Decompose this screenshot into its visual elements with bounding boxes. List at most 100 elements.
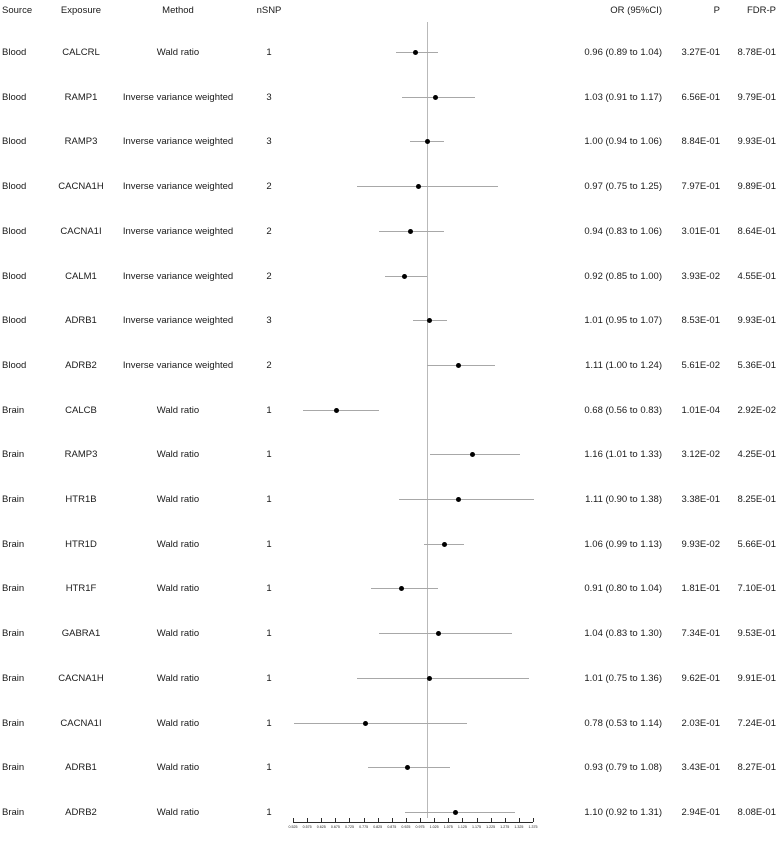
x-axis-tick [405, 818, 407, 822]
x-axis-tick-label: 0.875 [387, 825, 397, 829]
row-p-value: 5.61E-02 [681, 359, 720, 371]
confidence-interval-line [398, 499, 535, 500]
effect-estimate-point [469, 452, 475, 458]
x-axis-tick [335, 818, 337, 822]
row-method: Wald ratio [156, 583, 200, 595]
x-axis-tick-label: 0.675 [330, 825, 340, 829]
row-nsnp: 1 [266, 672, 272, 684]
confidence-interval-line [356, 186, 498, 188]
confidence-interval-line [370, 588, 439, 590]
row-nsnp: 3 [266, 315, 272, 327]
row-fdr-p: 7.24E-01 [737, 717, 776, 729]
column-header-fdr: FDR-P [746, 5, 776, 16]
effect-estimate-point [435, 631, 441, 637]
x-axis-tick [504, 818, 506, 822]
row-method: Wald ratio [156, 717, 200, 729]
row-or-ci: 0.94 (0.83 to 1.06) [584, 225, 662, 237]
row-or-ci: 1.11 (0.90 to 1.38) [585, 494, 662, 505]
row-or-ci: 1.06 (0.99 to 1.13) [584, 538, 662, 550]
x-axis-tick [321, 818, 323, 822]
row-fdr-p: 5.36E-01 [737, 359, 776, 371]
x-axis-tick [420, 818, 422, 822]
row-or-ci: 0.91 (0.80 to 1.04) [584, 583, 662, 595]
x-axis-tick [377, 818, 379, 822]
row-or-ci: 0.78 (0.53 to 1.14) [584, 717, 662, 729]
row-method: Wald ratio [156, 47, 200, 58]
row-exposure: ADRB1 [65, 762, 97, 774]
row-method: Inverse variance weighted [122, 359, 234, 371]
row-exposure: RAMP3 [64, 449, 98, 461]
effect-estimate-point [407, 228, 413, 234]
x-axis-tick-label: 0.625 [316, 825, 326, 829]
x-axis-tick [518, 818, 520, 822]
row-nsnp: 1 [266, 449, 272, 461]
row-fdr-p: 9.53E-01 [737, 628, 776, 640]
row-nsnp: 1 [266, 717, 272, 729]
row-exposure: ADRB2 [65, 806, 97, 818]
row-exposure: CALCRL [62, 47, 100, 58]
row-fdr-p: 9.79E-01 [737, 91, 776, 103]
row-fdr-p: 8.78E-01 [737, 47, 776, 58]
row-nsnp: 2 [266, 359, 272, 371]
row-nsnp: 1 [266, 762, 272, 774]
x-axis-tick [363, 818, 365, 822]
row-nsnp: 1 [266, 628, 272, 640]
row-method: Wald ratio [156, 628, 200, 640]
x-axis-tick [448, 818, 450, 822]
row-p-value: 2.94E-01 [681, 806, 720, 818]
row-p-value: 7.34E-01 [681, 628, 720, 640]
row-method: Wald ratio [156, 672, 200, 684]
row-or-ci: 1.01 (0.75 to 1.36) [584, 672, 662, 684]
row-p-value: 8.53E-01 [681, 315, 720, 327]
row-nsnp: 3 [266, 136, 272, 148]
row-fdr-p: 8.08E-01 [737, 806, 776, 818]
row-p-value: 3.93E-02 [681, 270, 720, 282]
x-axis-tick-label: 1.075 [443, 825, 453, 829]
row-p-value: 9.93E-02 [681, 538, 720, 550]
row-p-value: 7.97E-01 [681, 181, 720, 193]
x-axis-tick-label: 1.125 [457, 825, 467, 829]
row-or-ci: 1.00 (0.94 to 1.06) [584, 136, 662, 148]
row-p-value: 3.12E-02 [681, 449, 720, 461]
row-exposure: CALCB [65, 404, 97, 416]
confidence-interval-line [401, 96, 476, 98]
row-method: Inverse variance weighted [122, 91, 234, 103]
row-method: Wald ratio [156, 404, 200, 416]
confidence-interval-line [429, 454, 521, 456]
row-exposure: GABRA1 [61, 628, 101, 640]
x-axis-tick-label: 0.775 [359, 825, 369, 829]
row-or-ci: 0.92 (0.85 to 1.00) [584, 270, 662, 282]
row-method: Inverse variance weighted [122, 225, 234, 237]
row-method: Wald ratio [156, 494, 200, 505]
row-or-ci: 1.16 (1.01 to 1.33) [584, 449, 662, 461]
column-header-p: P [713, 5, 720, 16]
x-axis-tick-label: 1.375 [528, 825, 538, 829]
confidence-interval-line [356, 677, 529, 679]
x-axis-tick [533, 818, 534, 822]
x-axis-tick-label: 1.175 [472, 825, 482, 829]
effect-estimate-point [416, 184, 422, 190]
x-axis-tick-label: 0.525 [288, 825, 298, 829]
row-p-value: 1.81E-01 [681, 583, 720, 595]
effect-estimate-point [455, 362, 461, 368]
row-fdr-p: 9.89E-01 [737, 181, 776, 193]
row-fdr-p: 7.10E-01 [737, 583, 776, 595]
effect-estimate-point [427, 318, 433, 324]
x-axis-tick [391, 818, 393, 822]
x-axis-tick-label: 0.725 [344, 825, 354, 829]
effect-estimate-point [402, 273, 408, 279]
row-fdr-p: 4.25E-01 [737, 449, 776, 461]
effect-estimate-point [452, 809, 458, 815]
x-axis-tick [434, 818, 436, 822]
row-exposure: HTR1D [65, 538, 97, 550]
row-p-value: 2.03E-01 [681, 717, 720, 729]
row-or-ci: 1.11 (1.00 to 1.24) [585, 359, 662, 371]
row-exposure: CACNA1H [58, 672, 104, 684]
confidence-interval-line [379, 633, 512, 635]
row-exposure: RAMP1 [64, 91, 98, 103]
effect-estimate-point [362, 720, 368, 726]
row-or-ci: 0.97 (0.75 to 1.25) [584, 181, 662, 193]
effect-estimate-point [413, 50, 419, 55]
x-axis-tick [490, 818, 492, 822]
row-p-value: 1.01E-04 [681, 404, 720, 416]
